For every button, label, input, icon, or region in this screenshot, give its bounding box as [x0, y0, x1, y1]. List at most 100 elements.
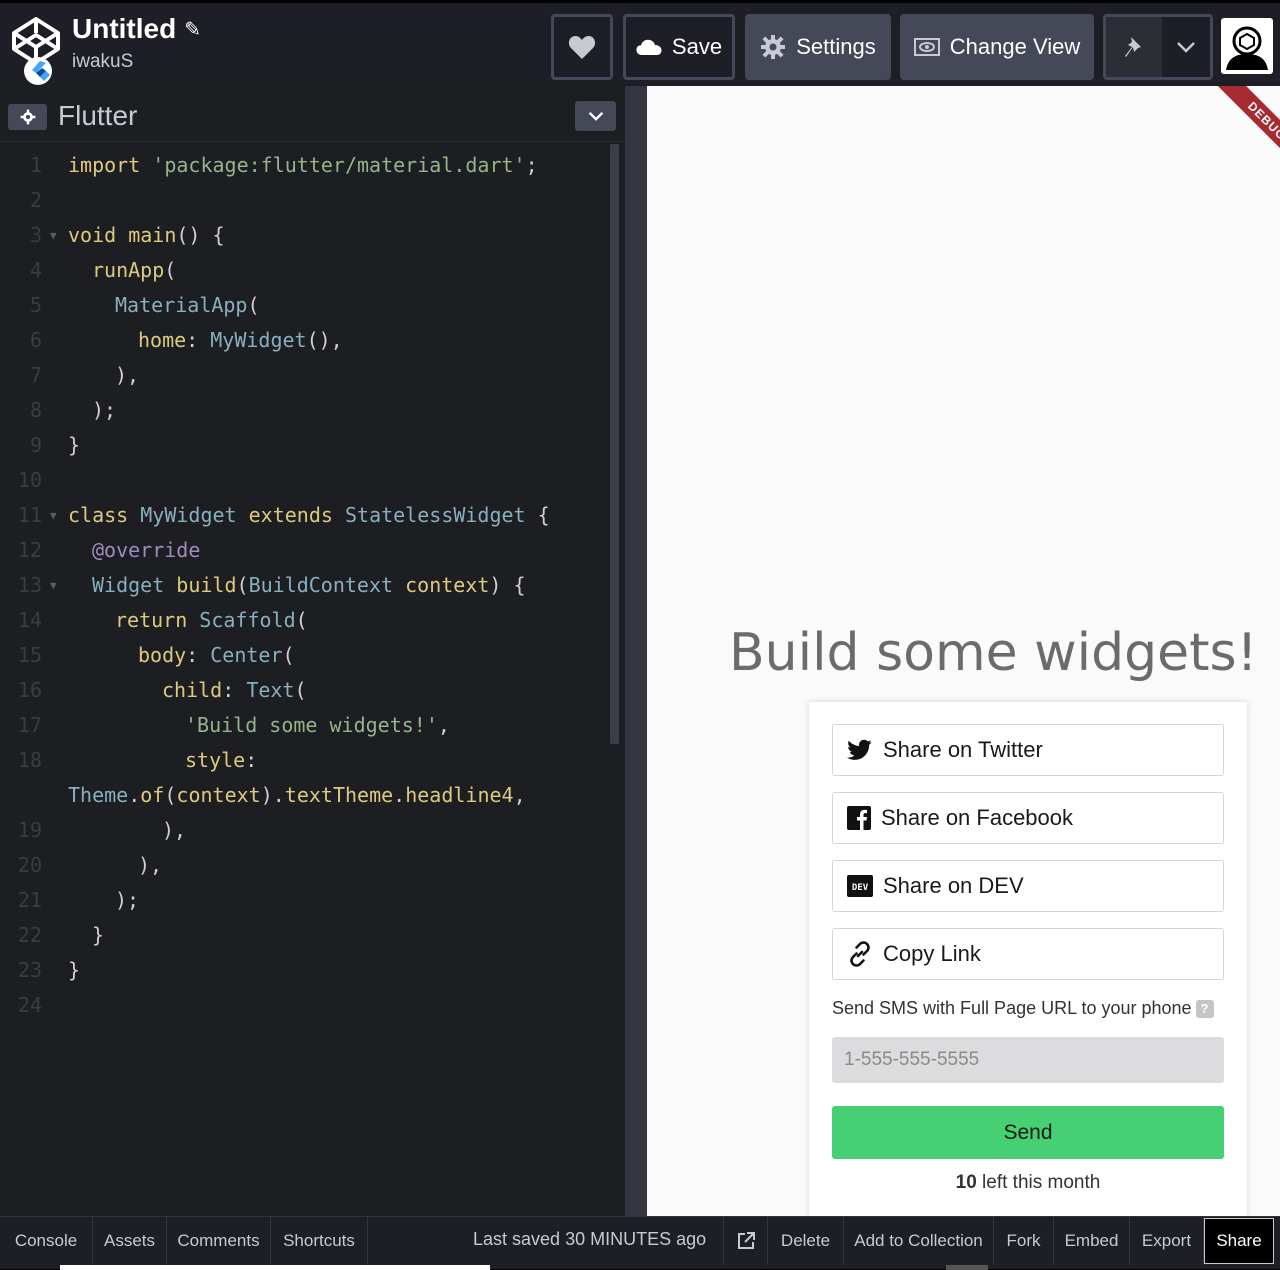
- settings-button[interactable]: Settings: [745, 14, 891, 80]
- pin-icon: [1125, 37, 1141, 57]
- share-facebook-button[interactable]: Share on Facebook: [832, 792, 1224, 844]
- code-line: 2: [0, 183, 608, 218]
- console-button[interactable]: Console: [0, 1217, 93, 1265]
- line-number: 22: [17, 923, 42, 947]
- code-area[interactable]: 1 import 'package:flutter/material.dart';…: [0, 148, 608, 1023]
- gear-icon: [761, 35, 786, 59]
- share-button[interactable]: Share: [1204, 1218, 1274, 1264]
- last-saved-status: Last saved 30 MINUTES ago: [473, 1229, 707, 1249]
- code-line: 20),: [0, 848, 608, 883]
- export-button[interactable]: Export: [1130, 1217, 1204, 1265]
- line-number: 9: [29, 433, 42, 457]
- heart-button[interactable]: [551, 14, 613, 80]
- footer-bar: Console Assets Comments Shortcuts Last s…: [0, 1216, 1280, 1270]
- panel-resizer[interactable]: [625, 86, 647, 1216]
- code-line: 1 import 'package:flutter/material.dart';: [0, 148, 608, 183]
- fork-button[interactable]: Fork: [994, 1217, 1054, 1265]
- svg-text:DEV: DEV: [852, 883, 869, 893]
- help-icon[interactable]: ?: [1195, 999, 1214, 1018]
- save-button[interactable]: Save: [623, 14, 735, 80]
- code-line: 15 body: Center(: [0, 638, 608, 673]
- code-line: 12 @override: [0, 533, 608, 568]
- heart-icon: [568, 36, 596, 59]
- line-number: 18: [17, 748, 42, 772]
- twitter-icon: [847, 739, 872, 760]
- code-line: 23}: [0, 953, 608, 988]
- code-line: 21);: [0, 883, 608, 918]
- code-line: 10: [0, 463, 608, 498]
- pencil-icon[interactable]: ✎: [184, 17, 201, 42]
- code-line: 17 'Build some widgets!',: [0, 708, 608, 743]
- external-link-icon: [737, 1232, 755, 1249]
- codepen-logo-icon[interactable]: [10, 15, 62, 85]
- line-number: 6: [29, 328, 42, 352]
- chevron-down-icon: [588, 111, 603, 121]
- pen-title[interactable]: Untitled: [72, 13, 176, 45]
- code-line: 6 home: MyWidget(),: [0, 323, 608, 358]
- shortcuts-button[interactable]: Shortcuts: [271, 1217, 368, 1265]
- send-sms-button[interactable]: Send: [832, 1106, 1224, 1159]
- embed-button[interactable]: Embed: [1054, 1217, 1130, 1265]
- delete-button[interactable]: Delete: [768, 1217, 844, 1265]
- debug-banner: DEBUG: [1213, 86, 1280, 175]
- fold-arrow-icon[interactable]: ▼: [50, 218, 57, 253]
- line-number: 5: [29, 293, 42, 317]
- editor-scrollbar[interactable]: [610, 144, 619, 744]
- code-line: 18 style:: [0, 743, 608, 778]
- code-line: 22}: [0, 918, 608, 953]
- code-line: 24: [0, 988, 608, 1023]
- facebook-icon: [847, 806, 871, 830]
- change-view-button[interactable]: Change View: [900, 14, 1094, 80]
- code-line: 13 ▼ Widget build(BuildContext context) {: [0, 568, 608, 603]
- pin-dropdown-button[interactable]: [1162, 17, 1210, 77]
- copy-link-button[interactable]: Copy Link: [832, 928, 1224, 980]
- code-line: 8);: [0, 393, 608, 428]
- line-number: 3: [29, 223, 42, 247]
- code-line: 5 MaterialApp(: [0, 288, 608, 323]
- pin-button[interactable]: [1106, 17, 1162, 77]
- line-number: 14: [17, 608, 42, 632]
- comments-button[interactable]: Comments: [167, 1217, 271, 1265]
- cloud-icon: [636, 39, 662, 55]
- line-number: 13: [17, 573, 42, 597]
- share-twitter-label: Share on Twitter: [883, 737, 1043, 762]
- code-line: 9}: [0, 428, 608, 463]
- code-line: 19),: [0, 813, 608, 848]
- assets-button[interactable]: Assets: [93, 1217, 167, 1265]
- save-label: Save: [671, 34, 723, 59]
- share-dev-label: Share on DEV: [883, 873, 1024, 898]
- horizontal-scrollbar[interactable]: [60, 1265, 490, 1270]
- share-twitter-button[interactable]: Share on Twitter: [832, 724, 1224, 776]
- chevron-down-icon: [1177, 42, 1195, 53]
- line-number: 2: [29, 188, 42, 212]
- code-line: 7),: [0, 358, 608, 393]
- line-number: 10: [17, 468, 42, 492]
- line-number: 7: [29, 363, 42, 387]
- pen-owner-username[interactable]: iwakuS: [72, 51, 201, 73]
- line-number: 19: [17, 818, 42, 842]
- line-number: 16: [17, 678, 42, 702]
- share-dev-button[interactable]: DEV Share on DEV: [832, 860, 1224, 912]
- line-number: 15: [17, 643, 42, 667]
- phone-number-input[interactable]: [832, 1037, 1224, 1083]
- line-number: 11: [17, 503, 42, 527]
- line-number: 8: [29, 398, 42, 422]
- dev-icon: DEV: [847, 875, 873, 897]
- editor-settings-button[interactable]: [8, 104, 47, 130]
- line-number: 4: [29, 258, 42, 282]
- line-number: 12: [17, 538, 42, 562]
- link-icon: [850, 941, 870, 967]
- open-external-button[interactable]: [723, 1217, 768, 1265]
- add-to-collection-button[interactable]: Add to Collection: [844, 1217, 994, 1265]
- code-line: Theme.of(context).textTheme.headline4,: [68, 783, 526, 807]
- line-number: 23: [17, 958, 42, 982]
- fold-arrow-icon[interactable]: ▼: [50, 498, 57, 533]
- fold-arrow-icon[interactable]: ▼: [50, 568, 57, 603]
- editor-header: Flutter: [0, 86, 625, 142]
- line-number: 21: [17, 888, 42, 912]
- user-avatar[interactable]: [1221, 18, 1273, 74]
- editor-collapse-button[interactable]: [575, 101, 616, 131]
- line-number: 20: [17, 853, 42, 877]
- horizontal-scrollbar-thumb[interactable]: [946, 1265, 988, 1270]
- view-icon: [913, 38, 940, 56]
